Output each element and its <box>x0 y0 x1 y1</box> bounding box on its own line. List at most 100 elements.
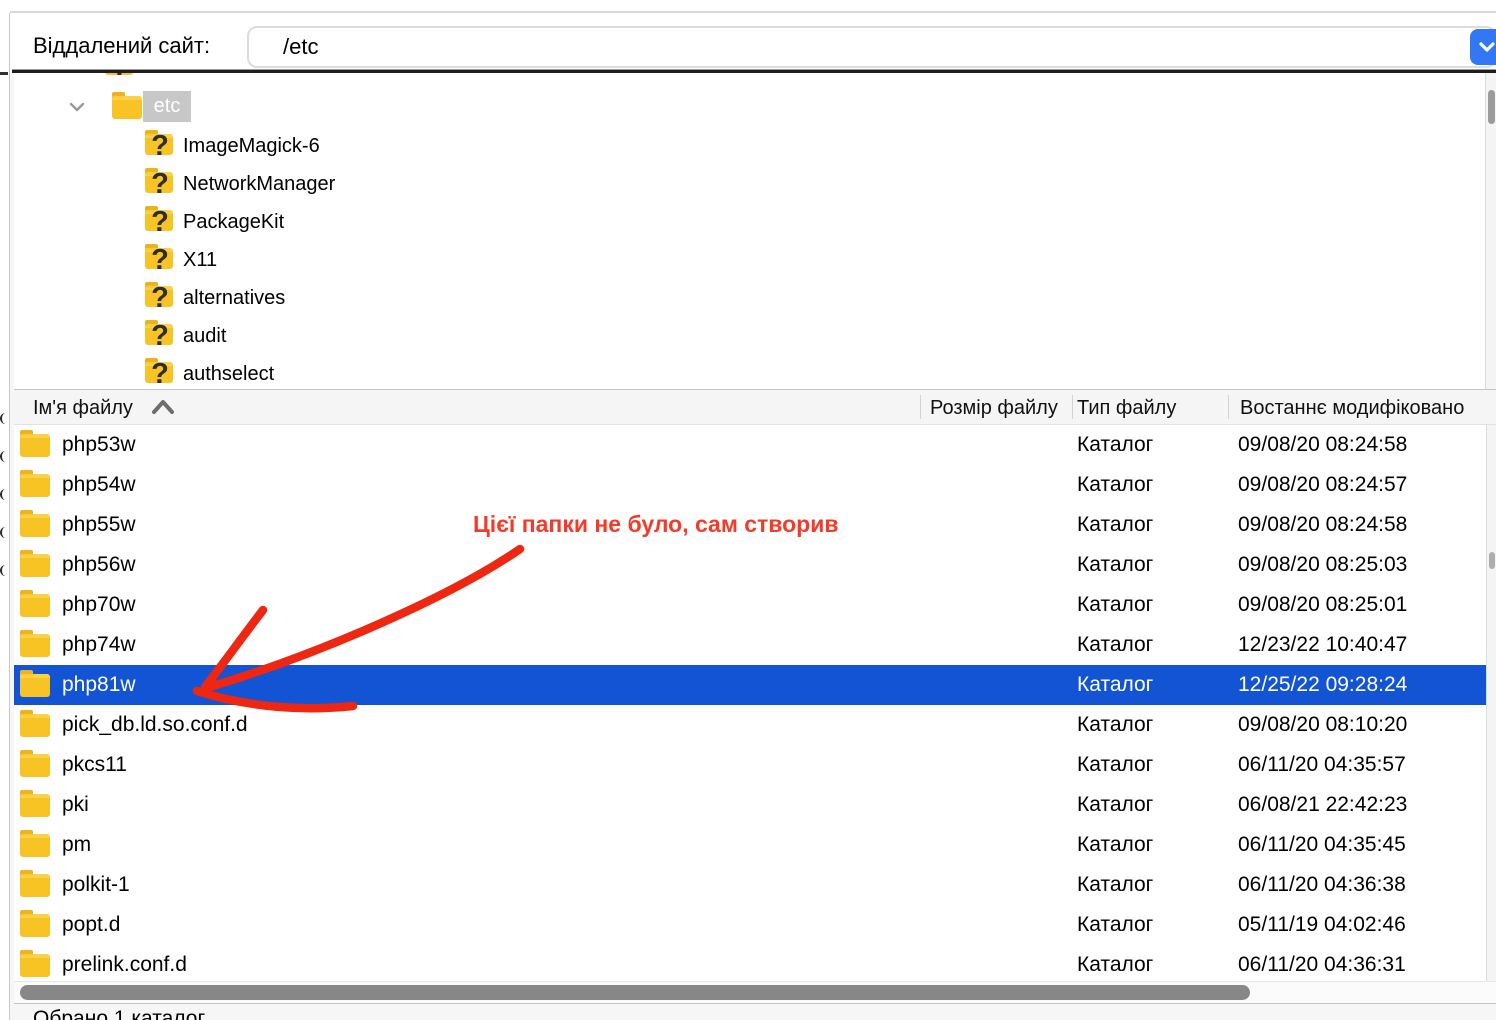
folder-icon <box>20 594 50 617</box>
unknown-folder-icon: ? <box>145 245 175 275</box>
sort-ascending-icon[interactable] <box>150 399 176 422</box>
unknown-folder-icon: ? <box>145 169 175 199</box>
unknown-folder-icon: ? <box>145 131 175 161</box>
cell-filename: php70w <box>62 593 136 617</box>
cell-filetype: Каталог <box>1077 793 1153 817</box>
cell-filename: php56w <box>62 553 136 577</box>
cell-filename: pick_db.ld.so.conf.d <box>62 713 248 737</box>
toolbar-divider <box>10 11 1496 13</box>
cell-filename: php53w <box>62 433 136 457</box>
tree-item[interactable]: ? NetworkManager <box>14 165 1486 203</box>
cell-modified: 06/11/20 04:36:31 <box>1238 953 1406 977</box>
file-list-header: Ім'я файлу Розмір файлу Тип файлу Востан… <box>14 389 1496 425</box>
table-row[interactable]: php70w Каталог 09/08/20 08:25:01 <box>14 585 1487 625</box>
table-row[interactable]: pm Каталог 06/11/20 04:35:45 <box>14 825 1487 865</box>
tree-item-label: X11 <box>183 249 217 272</box>
table-row[interactable]: php56w Каталог 09/08/20 08:25:03 <box>14 545 1487 585</box>
folder-icon <box>20 954 50 977</box>
column-header-type[interactable]: Тип файлу <box>1077 397 1176 420</box>
table-row[interactable]: pki Каталог 06/08/21 22:42:23 <box>14 785 1487 825</box>
left-pane-clipped-glyph <box>0 413 7 424</box>
cell-modified: 12/23/22 10:40:47 <box>1238 633 1407 657</box>
tree-item[interactable]: ? authselect <box>14 355 1486 389</box>
path-dropdown-button[interactable] <box>1470 29 1496 65</box>
cell-filename: prelink.conf.d <box>62 953 187 977</box>
cell-modified: 09/08/20 08:24:58 <box>1238 433 1407 457</box>
tree-item[interactable]: ? PackageKit <box>14 203 1486 241</box>
cell-modified: 05/11/19 04:02:46 <box>1238 913 1406 937</box>
folder-icon <box>20 834 50 857</box>
folder-icon <box>20 434 50 457</box>
tree-item-label: alternatives <box>183 287 285 310</box>
cell-filetype: Каталог <box>1077 553 1153 577</box>
cell-filename: popt.d <box>62 913 120 937</box>
tree-item-label: PackageKit <box>183 211 284 234</box>
cell-filetype: Каталог <box>1077 673 1153 697</box>
cell-filetype: Каталог <box>1077 473 1153 497</box>
table-row[interactable]: pick_db.ld.so.conf.d Каталог 09/08/20 08… <box>14 705 1487 745</box>
column-separator[interactable] <box>1228 395 1229 419</box>
column-header-size[interactable]: Розмір файлу <box>930 397 1070 420</box>
folder-icon <box>20 514 50 537</box>
left-pane-clipped-glyph <box>0 565 7 576</box>
unknown-folder-icon: ? <box>105 73 135 81</box>
table-row[interactable]: polkit-1 Каталог 06/11/20 04:36:38 <box>14 865 1487 905</box>
remote-path-input[interactable] <box>247 26 1496 68</box>
cell-modified: 06/11/20 04:35:57 <box>1238 753 1406 777</box>
cell-filename: php74w <box>62 633 136 657</box>
cell-filename: polkit-1 <box>62 873 130 897</box>
folder-icon <box>20 634 50 657</box>
cell-filetype: Каталог <box>1077 753 1153 777</box>
table-row[interactable]: popt.d Каталог 05/11/19 04:02:46 <box>14 905 1487 945</box>
horizontal-scrollbar-track <box>14 981 1496 1004</box>
column-header-modified[interactable]: Востаннє модифіковано <box>1240 397 1496 420</box>
cell-filename: pm <box>62 833 91 857</box>
table-row[interactable]: pkcs11 Каталог 06/11/20 04:35:57 <box>14 745 1487 785</box>
cell-filetype: Каталог <box>1077 833 1153 857</box>
left-pane-clipped-glyph <box>0 451 7 462</box>
file-rows: php53w Каталог 09/08/20 08:24:58 php54w … <box>14 425 1487 981</box>
table-row[interactable]: php74w Каталог 12/23/22 10:40:47 <box>14 625 1487 665</box>
column-header-name[interactable]: Ім'я файлу <box>33 397 133 420</box>
status-bar: Обрано 1 каталог <box>14 1003 1496 1020</box>
status-text: Обрано 1 каталог <box>33 1007 205 1020</box>
tree-item-etc[interactable]: etc <box>14 87 1486 127</box>
cell-filetype: Каталог <box>1077 953 1153 977</box>
table-row[interactable]: php54w Каталог 09/08/20 08:24:57 <box>14 465 1487 505</box>
cell-filetype: Каталог <box>1077 913 1153 937</box>
cell-modified: 06/11/20 04:36:38 <box>1238 873 1406 897</box>
tree-scrollbar-thumb[interactable] <box>1488 90 1495 124</box>
remote-site-label: Віддалений сайт: <box>33 33 210 59</box>
cell-modified: 09/08/20 08:25:01 <box>1238 593 1407 617</box>
table-row[interactable]: php53w Каталог 09/08/20 08:24:58 <box>14 425 1487 465</box>
horizontal-scrollbar-thumb[interactable] <box>20 985 1250 1000</box>
column-separator[interactable] <box>920 395 921 419</box>
folder-icon <box>20 554 50 577</box>
table-row[interactable]: php81w Каталог 12/25/22 09:28:24 <box>14 665 1487 705</box>
chevron-down-icon <box>1477 39 1496 55</box>
remote-pane: Віддалений сайт: ? dev etc <box>0 0 1496 1020</box>
left-pane-clipped-glyph <box>0 527 7 538</box>
folder-icon <box>20 754 50 777</box>
list-scrollbar-track <box>1486 425 1496 981</box>
tree-item[interactable]: ? X11 <box>14 241 1486 279</box>
folder-icon <box>20 794 50 817</box>
list-scrollbar-thumb[interactable] <box>1489 552 1495 569</box>
cell-filename: php54w <box>62 473 136 497</box>
cell-filename: pkcs11 <box>62 753 127 777</box>
column-separator[interactable] <box>1072 395 1073 419</box>
chevron-down-icon[interactable] <box>68 100 86 119</box>
tree-item-label: ImageMagick-6 <box>183 135 320 158</box>
cell-modified: 09/08/20 08:25:03 <box>1238 553 1407 577</box>
tree-item[interactable]: ? audit <box>14 317 1486 355</box>
cell-filetype: Каталог <box>1077 633 1153 657</box>
cell-filename: php81w <box>62 673 136 697</box>
unknown-folder-icon: ? <box>145 283 175 313</box>
table-row[interactable]: prelink.conf.d Каталог 06/11/20 04:36:31 <box>14 945 1487 981</box>
folder-icon <box>20 874 50 897</box>
tree-item[interactable]: ? alternatives <box>14 279 1486 317</box>
folder-icon <box>20 714 50 737</box>
tree-item-label: NetworkManager <box>183 173 335 196</box>
tree-item[interactable]: ? ImageMagick-6 <box>14 127 1486 165</box>
cell-filetype: Каталог <box>1077 873 1153 897</box>
